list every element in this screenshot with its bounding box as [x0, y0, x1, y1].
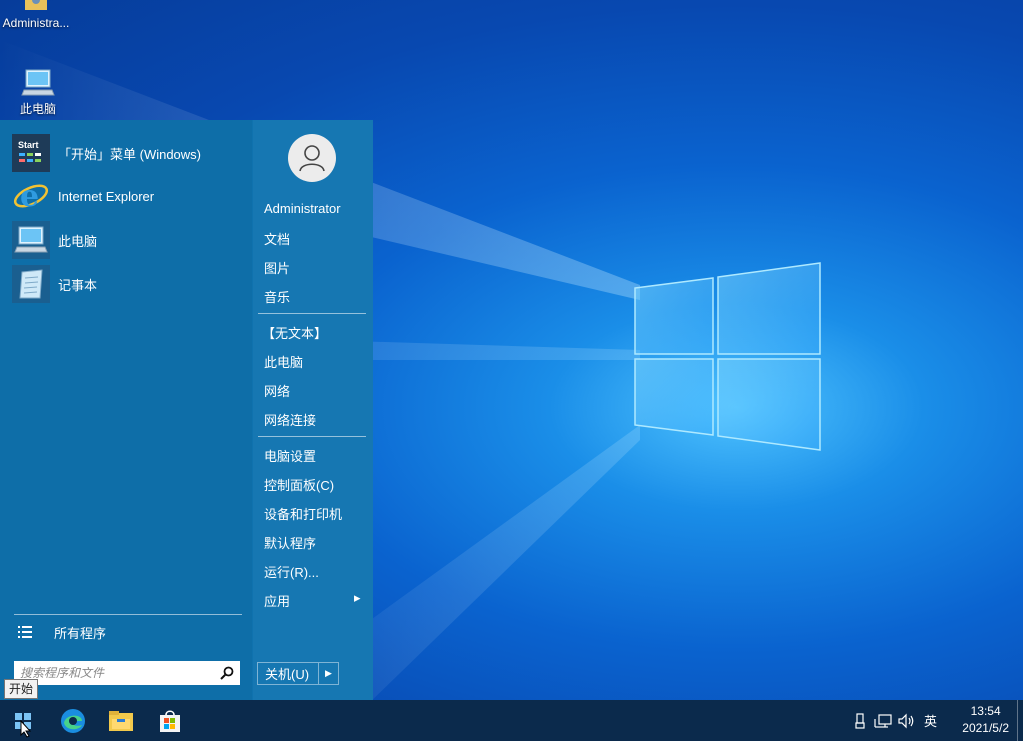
svg-text:Start: Start — [18, 140, 39, 150]
pinned-item-internet-explorer[interactable]: e Internet Explorer — [12, 177, 248, 215]
music-link[interactable]: 音乐 — [264, 287, 290, 306]
desktop-icon-label: Administra... — [2, 16, 70, 30]
taskbar: 英 13:54 2021/5/2 — [0, 700, 1023, 741]
mouse-cursor-icon — [20, 720, 32, 738]
pinned-item-label: 记事本 — [58, 277, 98, 293]
usb-device-icon[interactable] — [854, 712, 866, 729]
search-icon[interactable] — [220, 666, 234, 680]
pinned-item-this-pc[interactable]: 此电脑 — [12, 221, 248, 259]
search-input[interactable] — [20, 662, 216, 684]
this-pc-link[interactable]: 此电脑 — [264, 352, 303, 371]
edge-button[interactable] — [50, 700, 96, 741]
pinned-item-start-menu-app[interactable]: Start 「开始」菜单 (Windows) — [12, 134, 248, 172]
default-programs-link[interactable]: 默认程序 — [264, 533, 316, 552]
clock-date: 2021/5/2 — [962, 721, 1009, 735]
desktop-icon-administrator[interactable]: Administra... — [0, 0, 74, 30]
computer-icon — [12, 221, 50, 259]
apps-link[interactable]: 应用 — [264, 591, 290, 610]
pc-settings-link[interactable]: 电脑设置 — [264, 446, 316, 465]
search-box[interactable] — [14, 661, 240, 685]
computer-icon — [21, 69, 55, 96]
volume-icon[interactable] — [898, 713, 916, 729]
user-name-link[interactable]: Administrator — [264, 201, 341, 216]
edge-icon — [61, 708, 85, 733]
notepad-icon — [12, 265, 50, 303]
user-avatar[interactable] — [288, 134, 336, 182]
start-tooltip: 开始 — [4, 679, 39, 699]
start-button[interactable] — [0, 700, 46, 741]
desktop-icon-label: 此电脑 — [19, 102, 56, 116]
run-link[interactable]: 运行(R)... — [264, 562, 319, 581]
network-icon[interactable] — [874, 713, 892, 729]
pinned-item-label: Internet Explorer — [58, 188, 155, 204]
start-menu-app-icon: Start — [12, 134, 50, 172]
documents-link[interactable]: 文档 — [264, 229, 290, 248]
desktop-icon-this-pc[interactable]: 此电脑 — [0, 68, 76, 117]
system-tray: 英 — [854, 700, 937, 741]
microsoft-store-button[interactable] — [147, 700, 193, 741]
shutdown-options-arrow-icon[interactable]: ▶ — [318, 663, 338, 684]
places-separator-1 — [258, 313, 366, 314]
control-panel-link[interactable]: 控制面板(C) — [264, 475, 334, 494]
svg-text:e: e — [20, 179, 39, 214]
input-language-indicator[interactable]: 英 — [924, 711, 937, 730]
network-connections-link[interactable]: 网络连接 — [264, 410, 316, 429]
clock[interactable]: 13:54 2021/5/2 — [962, 703, 1009, 737]
devices-printers-link[interactable]: 设备和打印机 — [264, 504, 342, 523]
shutdown-button-group: 关机(U) ▶ — [257, 662, 339, 685]
places-separator-2 — [258, 436, 366, 437]
file-explorer-icon — [109, 710, 133, 731]
no-text-link[interactable]: 【无文本】 — [262, 323, 327, 342]
network-link[interactable]: 网络 — [264, 381, 290, 400]
list-icon — [18, 626, 32, 638]
pinned-item-label: 「开始」菜单 (Windows) — [58, 146, 202, 162]
user-folder-icon — [25, 0, 47, 10]
wallpaper-windows-logo — [630, 258, 825, 456]
clock-time: 13:54 — [970, 704, 1001, 718]
programs-separator — [14, 614, 242, 615]
shutdown-button[interactable]: 关机(U) — [258, 663, 318, 684]
all-programs-button[interactable]: 所有程序 — [14, 620, 242, 644]
file-explorer-button[interactable] — [98, 700, 144, 741]
user-icon — [299, 145, 325, 172]
microsoft-store-icon — [160, 709, 180, 732]
internet-explorer-icon: e — [12, 177, 50, 215]
pinned-item-label: 此电脑 — [58, 233, 98, 249]
all-programs-label: 所有程序 — [54, 625, 107, 641]
pinned-item-notepad[interactable]: 记事本 — [12, 265, 248, 303]
pictures-link[interactable]: 图片 — [264, 258, 290, 277]
show-desktop-button[interactable] — [1017, 700, 1023, 741]
submenu-arrow-icon: ▸ — [354, 590, 361, 605]
